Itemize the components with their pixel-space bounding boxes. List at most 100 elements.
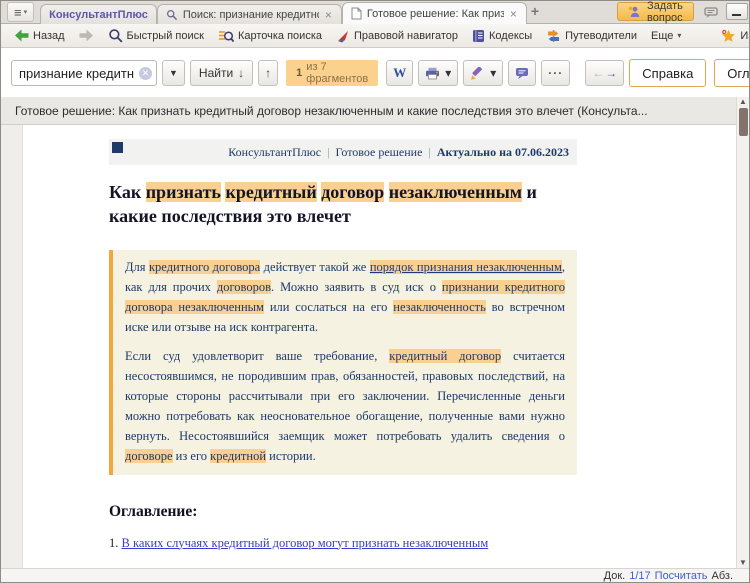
- favorites-label: Избранное: [740, 29, 749, 42]
- count-link[interactable]: Посчитать: [655, 570, 708, 582]
- fragment-current: 1: [296, 67, 303, 79]
- more-actions-button[interactable]: ···: [541, 60, 571, 86]
- document-content: КонсультантПлюс | Готовое решение | Акту…: [109, 139, 577, 568]
- main-toolbar: Назад Быстрый поиск Карточка поиска Прав…: [1, 24, 749, 48]
- comment-button[interactable]: [508, 60, 537, 86]
- text-segment: . Можно заявить в суд иск о: [271, 279, 442, 294]
- toc-heading: Оглавление:: [109, 502, 198, 520]
- menu-icon: ≡: [14, 4, 22, 20]
- toc-link[interactable]: В каких случаях кредитный договор могут …: [122, 536, 489, 550]
- highlighter-button[interactable]: ▾: [463, 60, 504, 86]
- tab-document[interactable]: Готовое решение: Как признать креди ×: [341, 2, 527, 24]
- highlighted-term: договор: [321, 182, 385, 202]
- export-word-button[interactable]: W: [386, 60, 414, 86]
- chevron-down-icon: ▾: [490, 66, 497, 80]
- actuality-date: Актуально на 07.06.2023: [436, 144, 569, 159]
- highlighted-term: договоров: [216, 279, 272, 294]
- quick-search-button[interactable]: Быстрый поиск: [101, 25, 211, 47]
- new-tab-button[interactable]: +: [531, 3, 539, 21]
- contents-button[interactable]: Оглавление: [714, 59, 749, 87]
- scrollbar-thumb[interactable]: [738, 108, 748, 136]
- down-arrow-icon: ↓: [238, 66, 245, 80]
- separator: |: [428, 144, 431, 159]
- minimize-icon: [732, 13, 742, 16]
- tab-home[interactable]: КонсультантПлюс: [40, 4, 157, 24]
- forward-icon: [79, 29, 94, 42]
- printer-icon: [425, 67, 440, 80]
- back-button[interactable]: Назад: [7, 25, 72, 47]
- highlighted-term: кредитного договора: [148, 259, 261, 274]
- card-search-button[interactable]: Карточка поиска: [211, 25, 329, 47]
- close-icon[interactable]: ×: [324, 9, 333, 21]
- help-button[interactable]: Справка: [629, 59, 707, 87]
- more-menu-button[interactable]: Еще ▾: [644, 25, 688, 47]
- highlighted-term: кредитной: [210, 448, 267, 463]
- print-button[interactable]: ▾: [418, 60, 459, 86]
- summary-callout: Для кредитного договора действует такой …: [109, 249, 577, 475]
- main-menu-button[interactable]: ≡ ▾: [7, 2, 35, 22]
- inline-doc-link[interactable]: порядок признания незаключенным: [369, 259, 562, 274]
- ask-question-button[interactable]: Задать вопрос: [617, 1, 694, 24]
- search-input[interactable]: [19, 65, 139, 81]
- codes-label: Кодексы: [489, 29, 533, 42]
- person-icon: [628, 6, 641, 18]
- text-segment: Как: [109, 182, 146, 202]
- tab-document-label: Готовое решение: Как признать креди: [366, 7, 504, 20]
- text-segment: Если суд удовлетворит ваше требование,: [125, 348, 390, 363]
- vertical-scrollbar[interactable]: ▲ ▼: [736, 97, 749, 568]
- summary-paragraph-2: Если суд удовлетворит ваше требование, к…: [125, 346, 565, 466]
- highlighted-term: незаключенность: [393, 299, 486, 314]
- scroll-down-icon[interactable]: ▼: [739, 558, 747, 568]
- text-segment: из его: [172, 448, 211, 463]
- tab-search-label: Поиск: признание кредитного договор: [182, 8, 319, 21]
- support-icon[interactable]: [704, 7, 718, 19]
- fragment-nav-group: ← →: [585, 60, 625, 86]
- doctype-label: Готовое решение: [335, 144, 423, 159]
- chevron-down-icon: ▾: [23, 9, 28, 16]
- legal-navigator-label: Правовой навигатор: [354, 29, 458, 42]
- document-title-text: Готовое решение: Как признать кредитный …: [15, 103, 648, 118]
- next-fragment-icon[interactable]: →: [605, 66, 617, 80]
- brand-label: КонсультантПлюс: [228, 144, 322, 159]
- word-icon: W: [393, 65, 407, 80]
- document-page: КонсультантПлюс | Готовое решение | Акту…: [1, 125, 736, 568]
- highlighted-term: кредитный: [225, 182, 317, 202]
- forward-button[interactable]: [72, 25, 101, 47]
- consultantplus-window: ≡ ▾ КонсультантПлюс Поиск: признание кре…: [0, 0, 750, 583]
- search-box: ✕: [11, 60, 157, 86]
- back-icon: [14, 29, 29, 42]
- guides-button[interactable]: Путеводители: [539, 25, 644, 47]
- text-segment: Для: [125, 259, 149, 274]
- codes-icon: [472, 29, 485, 43]
- document-title-bar: Готовое решение: Как признать кредитный …: [1, 97, 736, 125]
- find-button[interactable]: Найти ↓: [189, 60, 254, 86]
- more-menu-label: Еще: [651, 29, 674, 42]
- doc-position: 1/17: [629, 569, 651, 582]
- find-previous-button[interactable]: ↑: [258, 60, 279, 86]
- help-label: Справка: [642, 65, 694, 81]
- chevron-down-icon: ▾: [445, 66, 452, 80]
- prev-fragment-icon[interactable]: ←: [592, 66, 604, 80]
- legal-navigator-button[interactable]: Правовой навигатор: [329, 25, 465, 47]
- search-history-dropdown[interactable]: ▼: [162, 60, 185, 86]
- summary-paragraph-1: Для кредитного договора действует такой …: [125, 257, 565, 337]
- card-search-label: Карточка поиска: [237, 29, 322, 42]
- scroll-up-icon[interactable]: ▲: [739, 97, 747, 107]
- guides-label: Путеводители: [565, 29, 637, 42]
- window-controls: ×: [725, 3, 749, 20]
- card-search-icon: [218, 29, 234, 43]
- text-segment: действует такой же: [260, 259, 370, 274]
- tab-bar: ≡ ▾ КонсультантПлюс Поиск: признание кре…: [1, 1, 749, 24]
- clear-search-icon[interactable]: ✕: [139, 66, 152, 80]
- codes-button[interactable]: Кодексы: [465, 25, 539, 47]
- minimize-button[interactable]: [725, 3, 748, 20]
- search-icon: [166, 9, 178, 21]
- fragments-counter-badge: 1 из 7 фрагментов: [286, 60, 379, 86]
- bookmark-marker[interactable]: [112, 142, 123, 153]
- text-segment: какие последствия это влечет: [109, 206, 351, 227]
- close-icon[interactable]: ×: [509, 8, 518, 20]
- quick-search-icon: [108, 28, 123, 43]
- favorites-button[interactable]: Избранное ▾: [714, 25, 749, 47]
- tab-search-results[interactable]: Поиск: признание кредитного договор ×: [156, 4, 342, 24]
- chevron-down-icon: ▾: [677, 31, 682, 40]
